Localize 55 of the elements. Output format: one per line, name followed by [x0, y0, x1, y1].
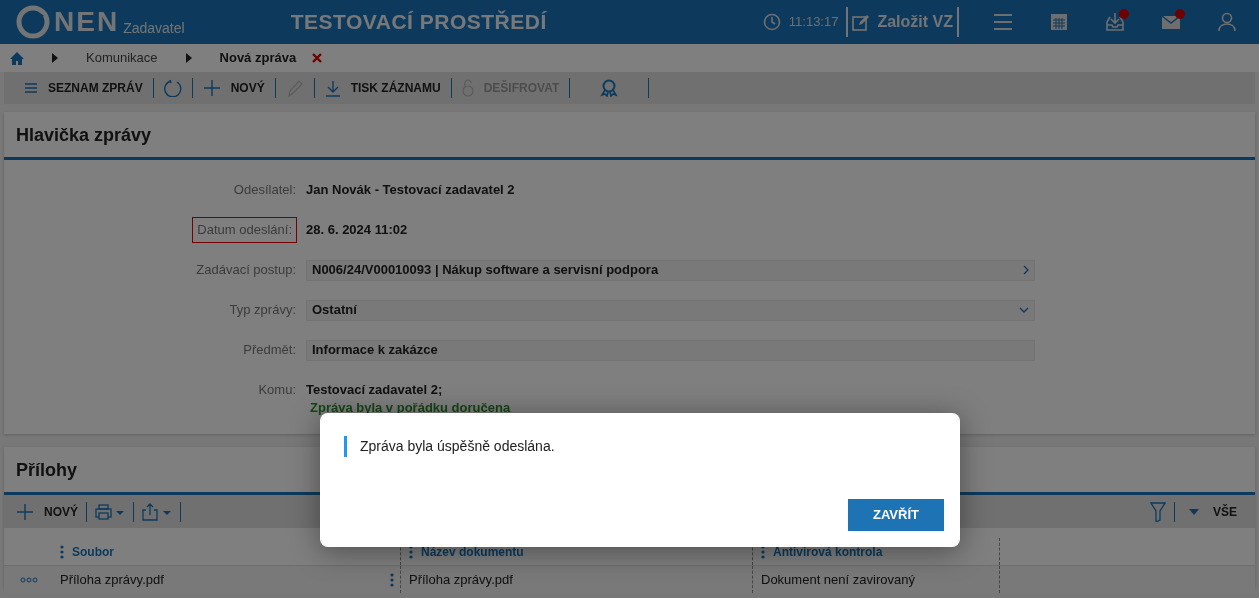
field-value: Jan Novák - Testovací zadavatel 2 [306, 181, 515, 200]
caret-icon [1189, 508, 1199, 515]
filter-icon[interactable] [1150, 501, 1166, 522]
breadcrumb-link[interactable]: Komunikace [86, 48, 158, 68]
toolbar-button[interactable]: NOVÝ [196, 79, 271, 97]
column-header[interactable]: Antivirová kontrola [773, 542, 883, 561]
inbox-icon[interactable] [1105, 12, 1125, 32]
table-cell-text: Dokument není zavirovaný [761, 570, 915, 589]
logo-subtitle: Zadavatel [123, 19, 185, 38]
field-label: Zadávací postup: [195, 261, 297, 280]
print-menu-icon[interactable] [95, 503, 125, 520]
list-icon [24, 81, 38, 95]
clock-icon [762, 13, 781, 31]
dialog-message: Zpráva byla úspěšně odeslána. [344, 436, 555, 457]
home-icon[interactable] [10, 51, 24, 65]
input-field[interactable]: Informace k zakázce [306, 339, 1035, 361]
user-icon[interactable] [1217, 12, 1237, 32]
plus-icon [16, 502, 34, 521]
table-cell-text: Příloha zprávy.pdf [60, 570, 165, 589]
column-header[interactable]: Soubor [72, 542, 114, 561]
status-message: Zpráva byla v pořádku doručena [310, 399, 512, 417]
column-header[interactable]: Název dokumentu [421, 542, 524, 561]
field-label: Typ zprávy: [228, 301, 297, 320]
toolbar-button[interactable]: SEZNAM ZPRÁV [18, 79, 149, 97]
chevron-icon [52, 53, 58, 63]
calendar-icon[interactable] [1049, 12, 1069, 32]
menu-icon[interactable] [993, 12, 1013, 32]
field-label: Odesílatel: [232, 181, 297, 200]
toolbar-button[interactable]: TISK ZÁZNAMU [318, 79, 447, 97]
logo-icon [16, 5, 50, 39]
chevron-right-icon [1023, 265, 1029, 275]
chevron-down-icon [1019, 307, 1029, 313]
table-cell-text: Příloha zprávy.pdf [409, 570, 513, 589]
field-value: 28. 6. 2024 11:02 [306, 221, 408, 240]
link-field[interactable]: N006/24/V00010093 | Nákup software a servisní podpora [306, 259, 1035, 281]
edit-icon [852, 13, 870, 31]
filter-dropdown[interactable]: VŠE [1183, 502, 1243, 521]
create-button[interactable]: Založit VZ [848, 10, 957, 34]
close-icon[interactable] [312, 53, 323, 63]
close-button[interactable]: ZAVŘÍT [848, 499, 944, 531]
field-label: Datum odeslání: [193, 218, 296, 242]
field-label: Komu: [257, 381, 297, 400]
toolbar-button[interactable]: NOVÝ [16, 502, 78, 521]
chevron-icon [185, 53, 192, 63]
export-menu-icon[interactable] [142, 502, 172, 521]
plus-icon [202, 79, 221, 97]
field-label: Předmět: [242, 341, 297, 360]
field-value: Testovací zadavatel 2; [306, 381, 443, 400]
logo-text: NEN [54, 8, 120, 36]
clock-time: 11:13:17 [788, 13, 839, 32]
select-field[interactable]: Ostatní [306, 299, 1035, 321]
more-icon[interactable] [20, 576, 38, 583]
section-title: Hlavička zprávy [4, 112, 1255, 160]
download-icon [324, 79, 341, 97]
environment-title: TESTOVACÍ PROSTŘEDÍ [289, 9, 548, 36]
